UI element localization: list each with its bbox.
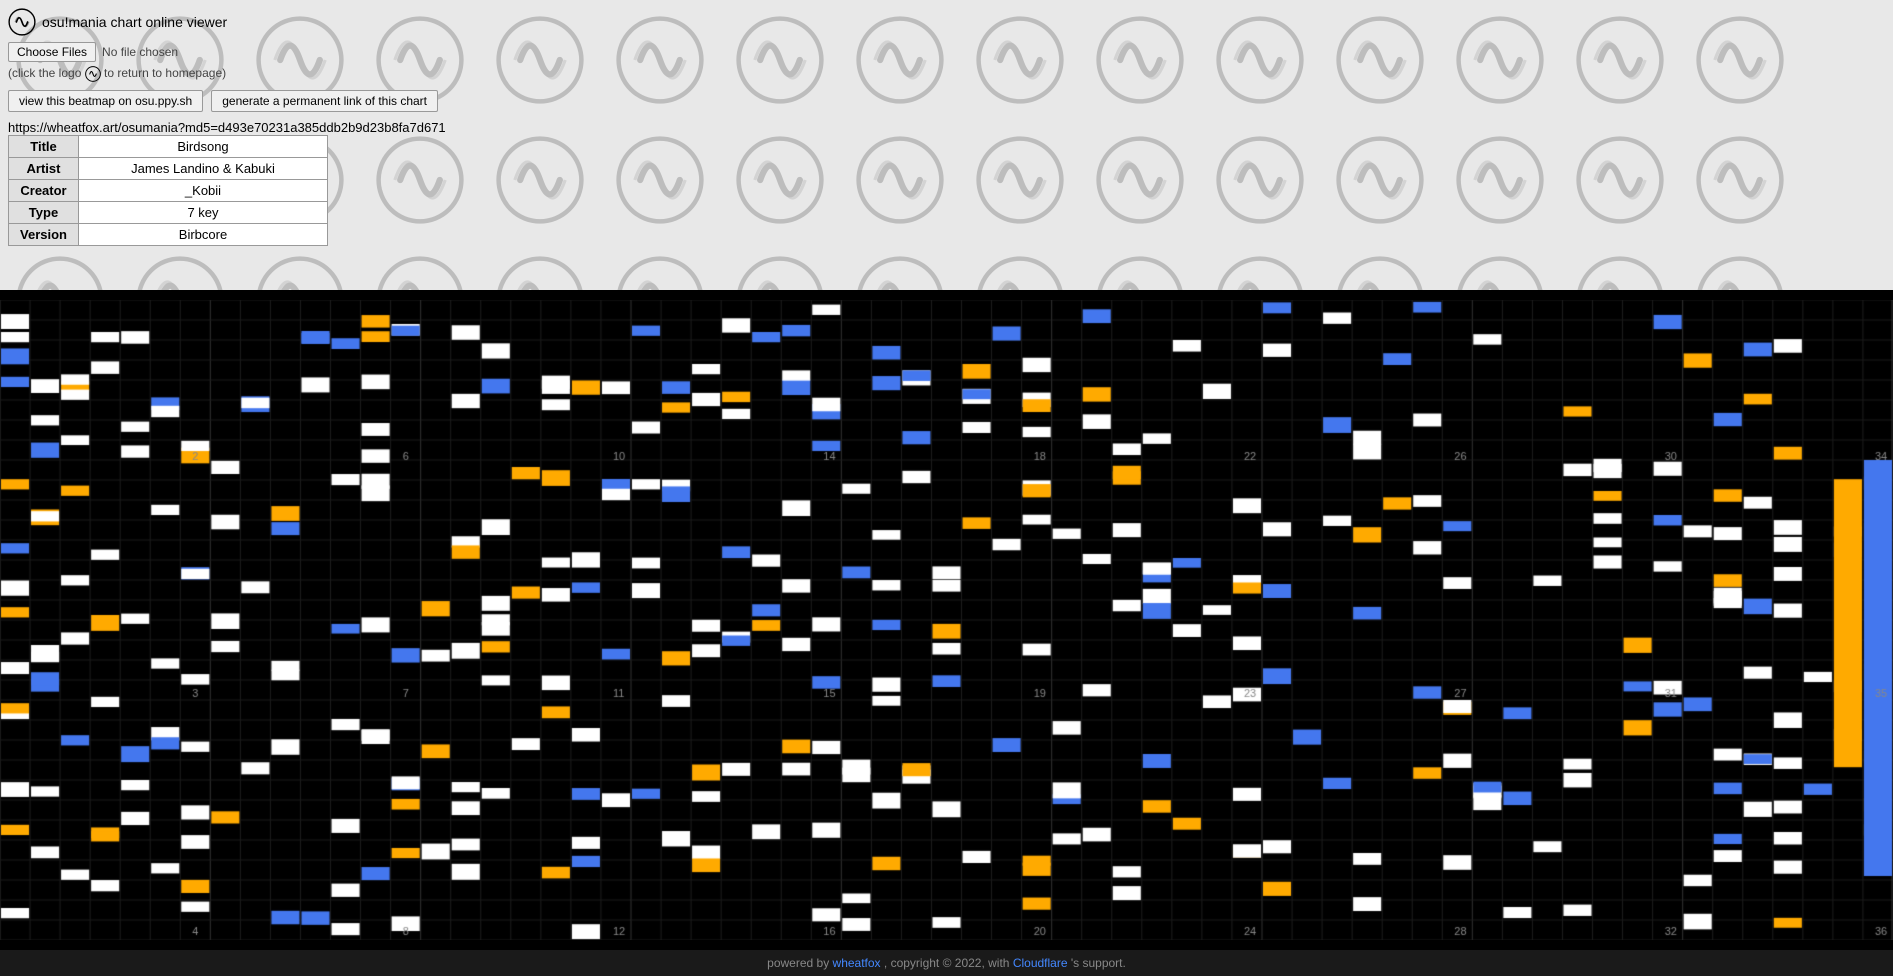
metadata-value: 7 key	[79, 202, 328, 224]
view-beatmap-button[interactable]: view this beatmap on osu.ppy.sh	[8, 90, 203, 112]
bg-logo	[960, 240, 1080, 290]
bg-logo	[1080, 240, 1200, 290]
header-content: osu!mania chart online viewer Choose Fil…	[8, 8, 1885, 246]
choose-files-button[interactable]: Choose Files	[8, 42, 96, 62]
bg-logo	[600, 240, 720, 290]
metadata-row: ArtistJames Landino & Kabuki	[9, 158, 328, 180]
generate-link-button[interactable]: generate a permanent link of this chart	[211, 90, 438, 112]
header: // Will be generated by JS	[0, 0, 1893, 290]
app-logo[interactable]: osu!mania chart online viewer	[8, 8, 227, 36]
chart-area	[0, 290, 1893, 950]
app-title: osu!mania chart online viewer	[42, 14, 227, 30]
bg-logo	[840, 240, 960, 290]
footer: powered by wheatfox , copyright © 2022, …	[0, 950, 1893, 976]
metadata-value: Birbcore	[79, 224, 328, 246]
metadata-label: Creator	[9, 180, 79, 202]
bg-logo	[720, 240, 840, 290]
metadata-tbody: TitleBirdsongArtistJames Landino & Kabuk…	[9, 136, 328, 246]
chart-url-link[interactable]: https://wheatfox.art/osumania?md5=d493e7…	[8, 120, 446, 135]
metadata-label: Version	[9, 224, 79, 246]
bg-logo	[120, 240, 240, 290]
metadata-row: Type7 key	[9, 202, 328, 224]
metadata-label: Type	[9, 202, 79, 224]
file-row: Choose Files No file chosen	[8, 42, 1885, 62]
bg-logo	[0, 240, 120, 290]
bg-logo	[240, 240, 360, 290]
logo-icon	[8, 8, 36, 36]
wheatfox-link[interactable]: wheatfox	[833, 956, 881, 970]
chart-canvas	[0, 300, 1893, 940]
bg-logo	[1560, 240, 1680, 290]
action-buttons: view this beatmap on osu.ppy.sh generate…	[8, 90, 1885, 112]
bg-logo	[1200, 240, 1320, 290]
top-bar: osu!mania chart online viewer	[8, 8, 1885, 36]
metadata-value: Birdsong	[79, 136, 328, 158]
metadata-label: Title	[9, 136, 79, 158]
metadata-value: James Landino & Kabuki	[79, 158, 328, 180]
click-logo-hint: (click the logo to return to homepage)	[8, 66, 1885, 82]
bg-logo	[1440, 240, 1560, 290]
metadata-row: TitleBirdsong	[9, 136, 328, 158]
metadata-label: Artist	[9, 158, 79, 180]
bg-logo	[1320, 240, 1440, 290]
bg-logo	[1680, 240, 1800, 290]
no-file-text: No file chosen	[102, 45, 178, 59]
bg-logo	[480, 240, 600, 290]
metadata-value: _Kobii	[79, 180, 328, 202]
cloudflare-link[interactable]: Cloudflare	[1013, 956, 1068, 970]
metadata-table: TitleBirdsongArtistJames Landino & Kabuk…	[8, 135, 328, 246]
inline-logo-icon	[85, 66, 101, 82]
metadata-row: Creator_Kobii	[9, 180, 328, 202]
bg-logo	[360, 240, 480, 290]
metadata-row: VersionBirbcore	[9, 224, 328, 246]
